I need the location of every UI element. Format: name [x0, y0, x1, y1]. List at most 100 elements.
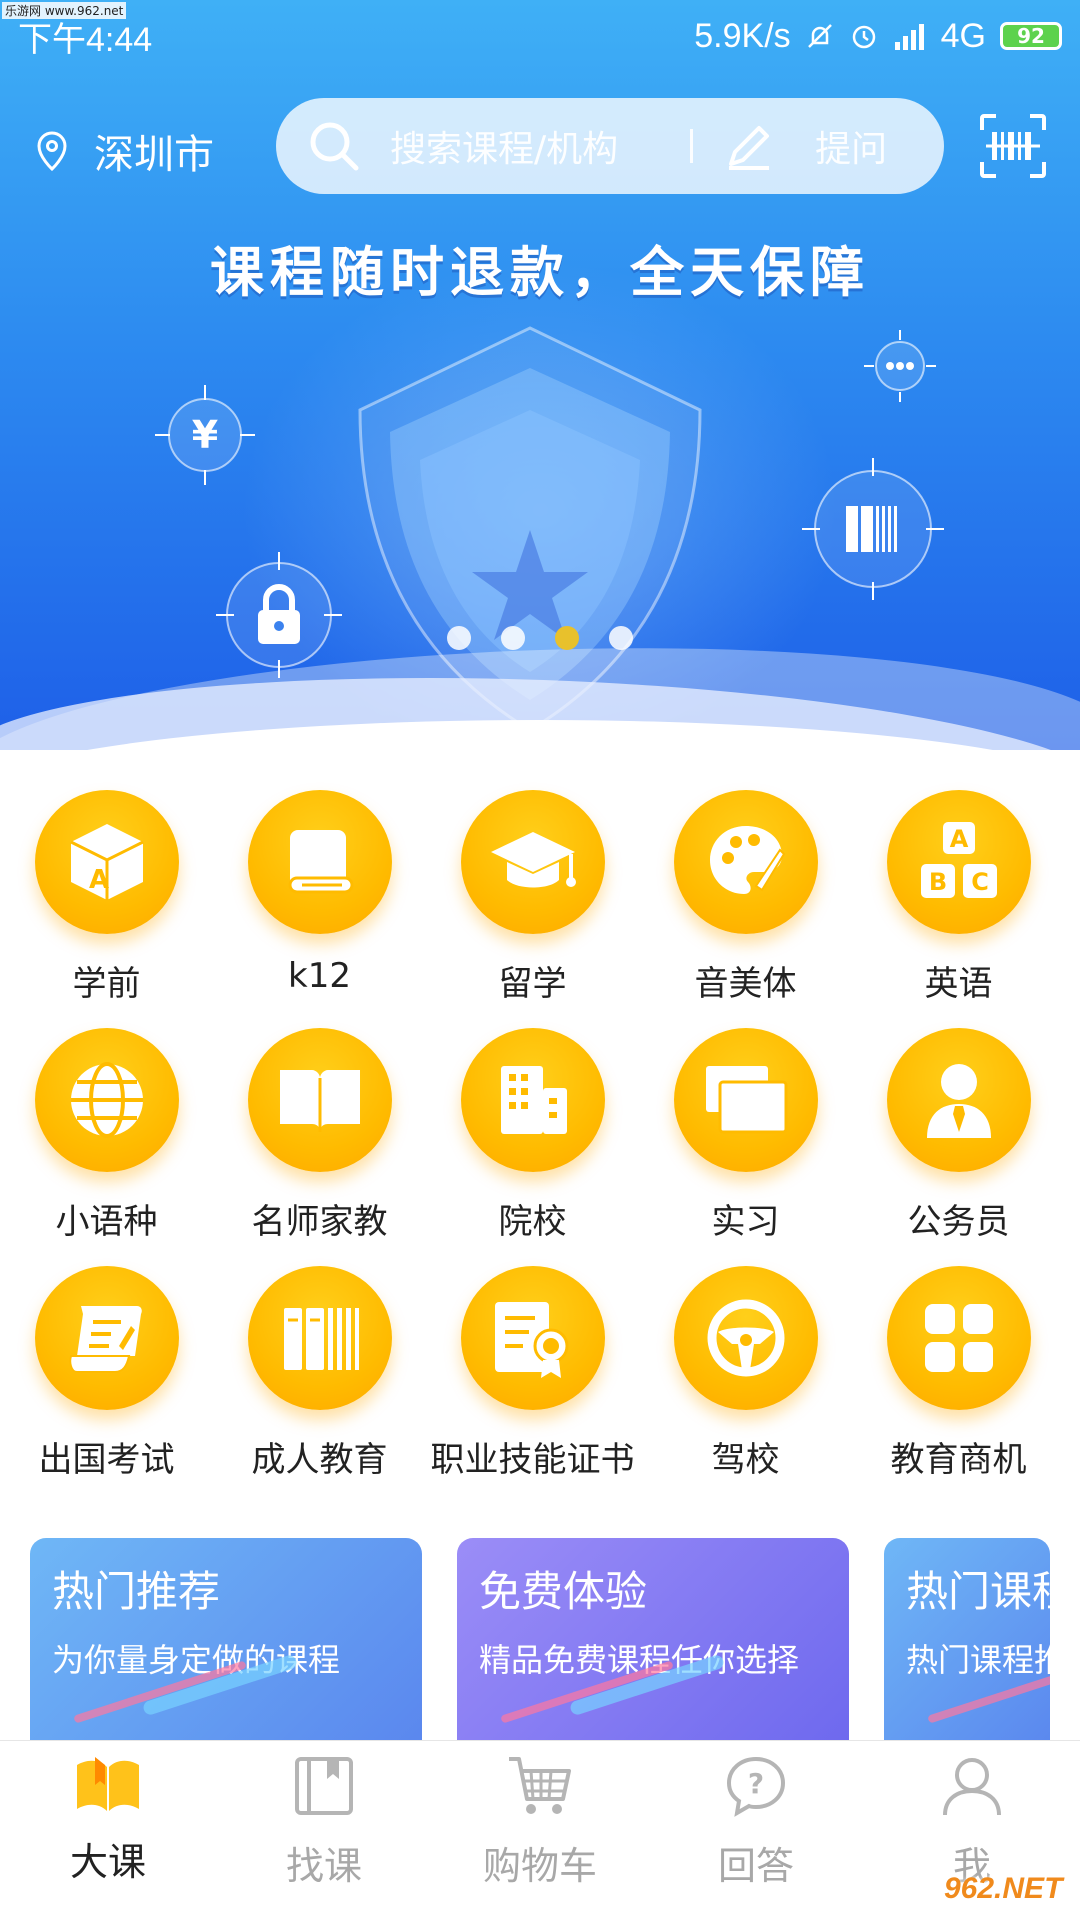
- category-icon-wrap[interactable]: A: [34, 790, 179, 934]
- category-icon-wrap[interactable]: [673, 790, 818, 934]
- category-label: 音美体: [694, 964, 797, 1004]
- banner-title: 课程随时退款，全天保障: [210, 241, 870, 304]
- svg-text:B: B: [928, 868, 946, 896]
- category-label: 驾校: [711, 1440, 780, 1480]
- category-icon-wrap[interactable]: [886, 1028, 1031, 1172]
- question-bubble-icon: ?: [726, 1756, 786, 1817]
- category-icon-wrap[interactable]: [247, 1028, 392, 1172]
- category-label: 公务员: [907, 1202, 1010, 1242]
- category-icon-wrap[interactable]: [886, 1266, 1031, 1410]
- category-icon-wrap[interactable]: [247, 790, 392, 934]
- category-study-abroad[interactable]: 留学: [426, 790, 639, 1005]
- category-icon-wrap[interactable]: [673, 1266, 818, 1410]
- category-label: k12: [288, 956, 351, 996]
- status-bar: 下午4:44 5.9K/s 4G 92: [0, 0, 1080, 72]
- nav-label: 找课: [285, 1844, 362, 1888]
- certificate-icon: [494, 1302, 568, 1378]
- promo-card-subtitle: 热门课程推荐: [906, 1641, 1050, 1679]
- category-label: 职业技能证书: [430, 1440, 635, 1480]
- promo-card-title: 免费体验: [479, 1567, 648, 1616]
- steering-wheel-icon: [707, 1299, 784, 1377]
- nav-label: 购物车: [482, 1844, 597, 1888]
- category-icon-wrap[interactable]: [34, 1028, 179, 1172]
- category-icon-wrap[interactable]: ABC: [886, 790, 1031, 934]
- city-label: 深圳市: [94, 132, 214, 178]
- carousel-dot[interactable]: [609, 626, 633, 650]
- category-exams-abroad[interactable]: 出国考试: [0, 1266, 213, 1481]
- network-type: 4G: [940, 16, 986, 55]
- svg-text:¥: ¥: [192, 413, 218, 457]
- category-label: 学前: [72, 964, 141, 1004]
- category-icon-wrap[interactable]: [460, 1028, 605, 1172]
- mute-icon: [807, 24, 832, 48]
- nav-item-courses[interactable]: 大课: [0, 1741, 216, 1920]
- category-civil-service[interactable]: 公务员: [852, 1028, 1065, 1243]
- person-icon: [943, 1758, 1001, 1816]
- category-driving-school[interactable]: 驾校: [639, 1266, 852, 1481]
- carousel-dot-active[interactable]: [555, 626, 579, 650]
- watermark: 962.NET: [944, 1872, 1063, 1905]
- category-minor-languages[interactable]: 小语种: [0, 1028, 213, 1243]
- category-label: 留学: [498, 964, 567, 1004]
- svg-text:A: A: [89, 865, 109, 895]
- nav-item-cart[interactable]: 购物车: [432, 1741, 648, 1920]
- bookmark-book-icon: [295, 1757, 353, 1815]
- person-tie-icon: [926, 1064, 991, 1138]
- search-icon: [310, 122, 359, 171]
- category-icon-wrap[interactable]: [460, 790, 605, 934]
- nav-label: 回答: [717, 1844, 794, 1888]
- carousel-dot[interactable]: [501, 626, 525, 650]
- category-arts-sports[interactable]: 音美体: [639, 790, 852, 1005]
- search-bar[interactable]: 搜索课程/机构 提问: [276, 98, 944, 194]
- open-book-icon: [77, 1757, 139, 1811]
- pencil-icon[interactable]: [723, 120, 775, 172]
- search-placeholder[interactable]: 搜索课程/机构: [390, 120, 618, 172]
- category-tutors[interactable]: 名师家教: [213, 1028, 426, 1243]
- nav-item-find-course[interactable]: 找课: [216, 1741, 432, 1920]
- promo-card-title: 热门推荐: [52, 1567, 221, 1616]
- category-english[interactable]: ABC 英语: [852, 790, 1065, 1005]
- lock-icon: [216, 552, 342, 678]
- carousel-dot[interactable]: [447, 626, 471, 650]
- category-label: 实习: [711, 1202, 780, 1242]
- category-internship[interactable]: 实习: [639, 1028, 852, 1243]
- city-selector[interactable]: 深圳市: [36, 122, 214, 180]
- bookshelf-icon: [283, 1308, 359, 1370]
- category-label: 英语: [924, 964, 993, 1004]
- open-book-icon: [279, 1070, 360, 1132]
- palette-icon: [709, 826, 785, 894]
- book-icon: [288, 830, 353, 894]
- status-time: 下午4:44: [18, 20, 153, 59]
- category-icon-wrap[interactable]: [673, 1028, 818, 1172]
- nav-item-answers[interactable]: ? 回答: [648, 1741, 864, 1920]
- promo-card-hot-courses[interactable]: 热门课程 热门课程推荐: [884, 1538, 1050, 1740]
- category-label: 名师家教: [251, 1202, 388, 1242]
- category-icon-wrap[interactable]: [34, 1266, 179, 1410]
- category-label: 教育商机: [890, 1440, 1027, 1480]
- promo-card-hot-recommend[interactable]: 热门推荐 为你量身定做的课程: [30, 1538, 422, 1740]
- promo-card-free-trial[interactable]: 免费体验 精品免费课程任你选择: [457, 1538, 849, 1740]
- category-label: 出国考试: [38, 1440, 175, 1480]
- signal-icon: [894, 24, 924, 50]
- category-preschool[interactable]: A 学前: [0, 790, 213, 1005]
- category-icon-wrap[interactable]: [460, 1266, 605, 1410]
- windows-icon: [705, 1066, 787, 1134]
- scroll-icon: [68, 1306, 142, 1373]
- ask-button[interactable]: 提问: [815, 120, 887, 172]
- yuan-icon: ¥: [155, 385, 255, 485]
- category-icon-wrap[interactable]: [247, 1266, 392, 1410]
- building-icon: [500, 1066, 567, 1134]
- category-colleges[interactable]: 院校: [426, 1028, 639, 1243]
- promo-card-title: 热门课程: [906, 1567, 1050, 1616]
- scan-icon[interactable]: [980, 114, 1046, 178]
- grid-icon: [924, 1304, 993, 1372]
- category-label: 成人教育: [251, 1440, 388, 1480]
- search-divider: [690, 129, 694, 163]
- graduation-cap-icon: [490, 832, 576, 888]
- category-vocational-certificate[interactable]: 职业技能证书: [426, 1266, 639, 1481]
- category-education-business[interactable]: 教育商机: [852, 1266, 1065, 1481]
- carousel-dots[interactable]: [0, 626, 1080, 650]
- alarm-icon: [852, 25, 875, 49]
- category-k12[interactable]: k12: [213, 790, 426, 996]
- category-adult-education[interactable]: 成人教育: [213, 1266, 426, 1481]
